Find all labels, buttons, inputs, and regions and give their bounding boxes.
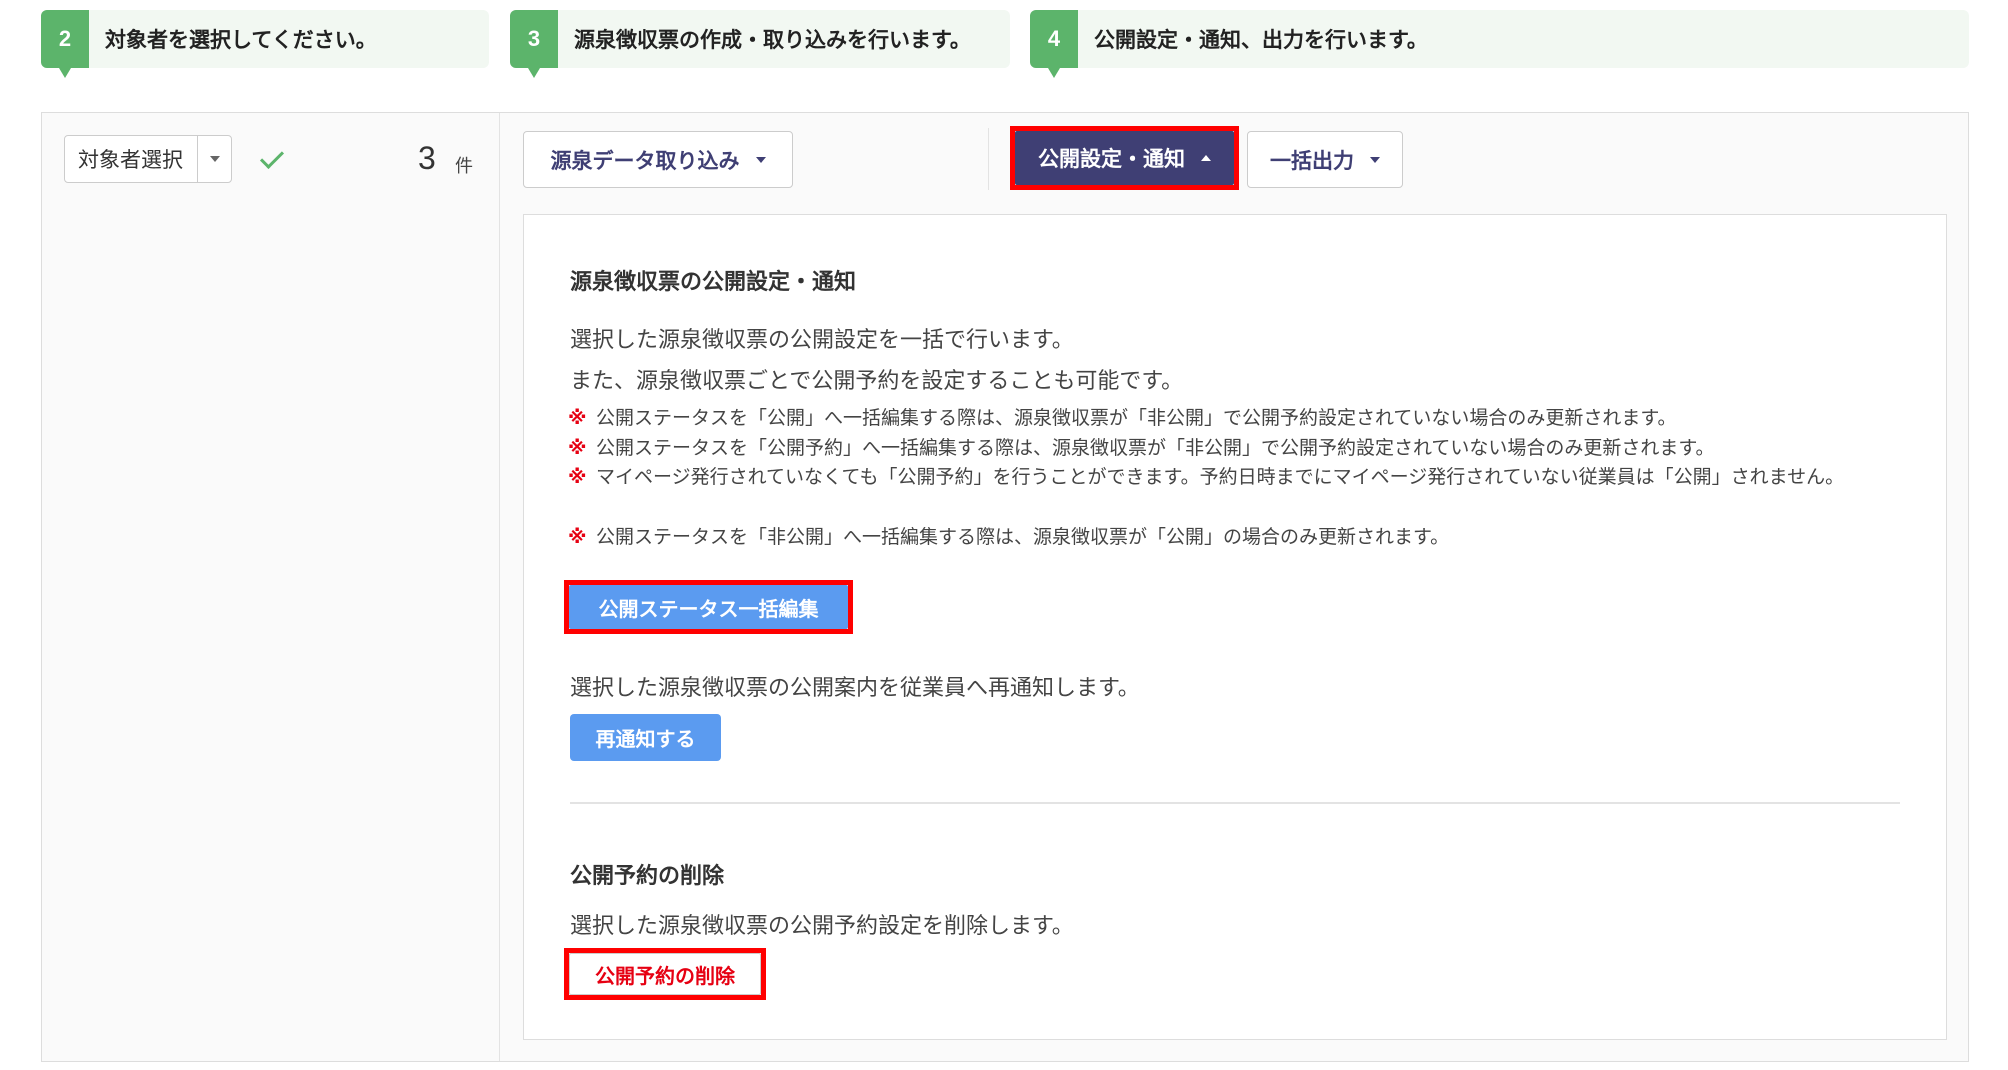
chevron-down-icon[interactable]: [197, 136, 231, 182]
step-number: 2: [41, 10, 89, 78]
renotify-description: 選択した源泉徴収票の公開案内を従業員へ再通知します。: [570, 675, 1140, 700]
note-text: 公開ステータスを「非公開」へ一括編集する際は、源泉徴収票が「公開」の場合のみ更新…: [596, 527, 1450, 548]
caret-down-icon: [755, 156, 766, 163]
column-divider: [499, 113, 500, 1061]
step-number: 4: [1030, 10, 1078, 78]
section-description: 選択した源泉徴収票の公開設定を一括で行います。: [570, 327, 1074, 352]
count-unit: 件: [455, 156, 473, 176]
delete-description: 選択した源泉徴収票の公開予約設定を削除します。: [570, 913, 1074, 938]
note-mark: ※: [568, 408, 587, 429]
step-2: 2 対象者を選択してください。: [41, 10, 489, 78]
publish-notify-dropdown-button[interactable]: 公開設定・通知: [1015, 131, 1234, 185]
step-4: 4 公開設定・通知、出力を行います。: [1030, 10, 1969, 78]
section-divider: [570, 802, 1900, 804]
caret-down-icon: [1370, 156, 1380, 163]
section-description: また、源泉徴収票ごとで公開予約を設定することも可能です。: [570, 368, 1184, 393]
note-text: 公開ステータスを「公開予約」へ一括編集する際は、源泉徴収票が「非公開」で公開予約…: [596, 438, 1715, 459]
note-text: マイページ発行されていなくても「公開予約」を行うことができます。予約日時までにマ…: [596, 467, 1845, 488]
import-label: 源泉データ取り込み: [550, 149, 740, 173]
import-dropdown-button[interactable]: 源泉データ取り込み: [523, 131, 793, 188]
step-text: 公開設定・通知、出力を行います。: [1094, 29, 1428, 52]
step-text: 対象者を選択してください。: [105, 29, 377, 52]
note-mark: ※: [568, 467, 587, 488]
note: ※ 公開ステータスを「公開」へ一括編集する際は、源泉徴収票が「非公開」で公開予約設…: [568, 404, 1908, 434]
section-title: 源泉徴収票の公開設定・通知: [570, 269, 857, 294]
target-select-label: 対象者選択: [78, 149, 183, 172]
note: ※ 公開ステータスを「公開予約」へ一括編集する際は、源泉徴収票が「非公開」で公開予…: [568, 434, 1908, 464]
export-dropdown-button[interactable]: 一括出力: [1247, 131, 1403, 188]
caret-up-icon: [1201, 155, 1211, 161]
note-mark: ※: [568, 527, 587, 548]
publish-label: 公開設定・通知: [1038, 148, 1185, 171]
step-3: 3 源泉徴収票の作成・取り込みを行います。: [510, 10, 1010, 78]
note: ※ 公開ステータスを「非公開」へ一括編集する際は、源泉徴収票が「公開」の場合のみ更…: [568, 523, 1908, 553]
selected-count: 3: [418, 140, 436, 176]
export-label: 一括出力: [1270, 149, 1354, 173]
step-number: 3: [510, 10, 558, 78]
note-text: 公開ステータスを「公開」へ一括編集する際は、源泉徴収票が「非公開」で公開予約設定…: [596, 408, 1677, 429]
section-title: 公開予約の削除: [570, 863, 725, 888]
note-mark: ※: [568, 438, 587, 459]
delete-reservation-button[interactable]: 公開予約の削除: [569, 953, 761, 995]
bulk-edit-status-button[interactable]: 公開ステータス一括編集: [569, 585, 848, 629]
step-text: 源泉徴収票の作成・取り込みを行います。: [574, 29, 971, 52]
note: ※ マイページ発行されていなくても「公開予約」を行うことができます。予約日時までに…: [568, 463, 1908, 493]
toolbar-divider: [988, 128, 989, 190]
renotify-button[interactable]: 再通知する: [570, 714, 721, 761]
target-select[interactable]: 対象者選択: [64, 135, 232, 183]
